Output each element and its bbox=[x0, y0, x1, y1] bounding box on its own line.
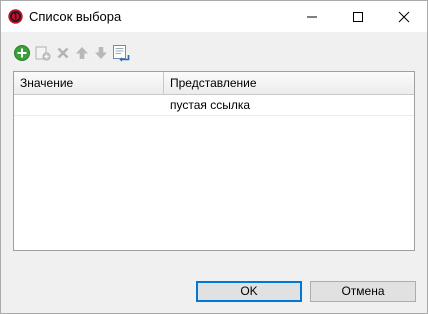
arrow-down-icon bbox=[95, 47, 107, 59]
copy-icon bbox=[35, 46, 51, 61]
dialog-window: Список выбора Значение Представление пус… bbox=[0, 0, 428, 314]
delete-icon bbox=[57, 47, 69, 59]
ok-button[interactable]: OK bbox=[196, 281, 302, 302]
close-icon bbox=[398, 11, 410, 23]
add-button[interactable] bbox=[13, 44, 31, 62]
table-header: Значение Представление bbox=[14, 72, 414, 95]
add-icon bbox=[14, 45, 30, 61]
move-up-button[interactable] bbox=[73, 44, 91, 62]
maximize-icon bbox=[353, 12, 363, 22]
choice-list-table[interactable]: Значение Представление пустая ссылка bbox=[13, 71, 415, 251]
cell-value[interactable] bbox=[14, 95, 164, 115]
fill-list-icon bbox=[113, 45, 130, 62]
window-title: Список выбора bbox=[29, 9, 122, 24]
table-row[interactable]: пустая ссылка bbox=[14, 95, 414, 116]
maximize-button[interactable] bbox=[335, 1, 381, 32]
minimize-icon bbox=[307, 16, 317, 18]
1c-logo-icon bbox=[8, 9, 23, 24]
cancel-button[interactable]: Отмена bbox=[310, 281, 416, 302]
copy-button[interactable] bbox=[34, 44, 52, 62]
delete-button[interactable] bbox=[54, 44, 72, 62]
title-bar[interactable]: Список выбора bbox=[1, 1, 427, 32]
column-header-representation[interactable]: Представление bbox=[164, 72, 414, 94]
cell-representation[interactable]: пустая ссылка bbox=[164, 95, 414, 115]
move-down-button[interactable] bbox=[92, 44, 110, 62]
toolbar bbox=[13, 44, 213, 64]
close-button[interactable] bbox=[381, 1, 427, 32]
fill-list-button[interactable] bbox=[112, 44, 130, 62]
arrow-up-icon bbox=[76, 47, 88, 59]
column-header-value[interactable]: Значение bbox=[14, 72, 164, 94]
minimize-button[interactable] bbox=[289, 1, 335, 32]
